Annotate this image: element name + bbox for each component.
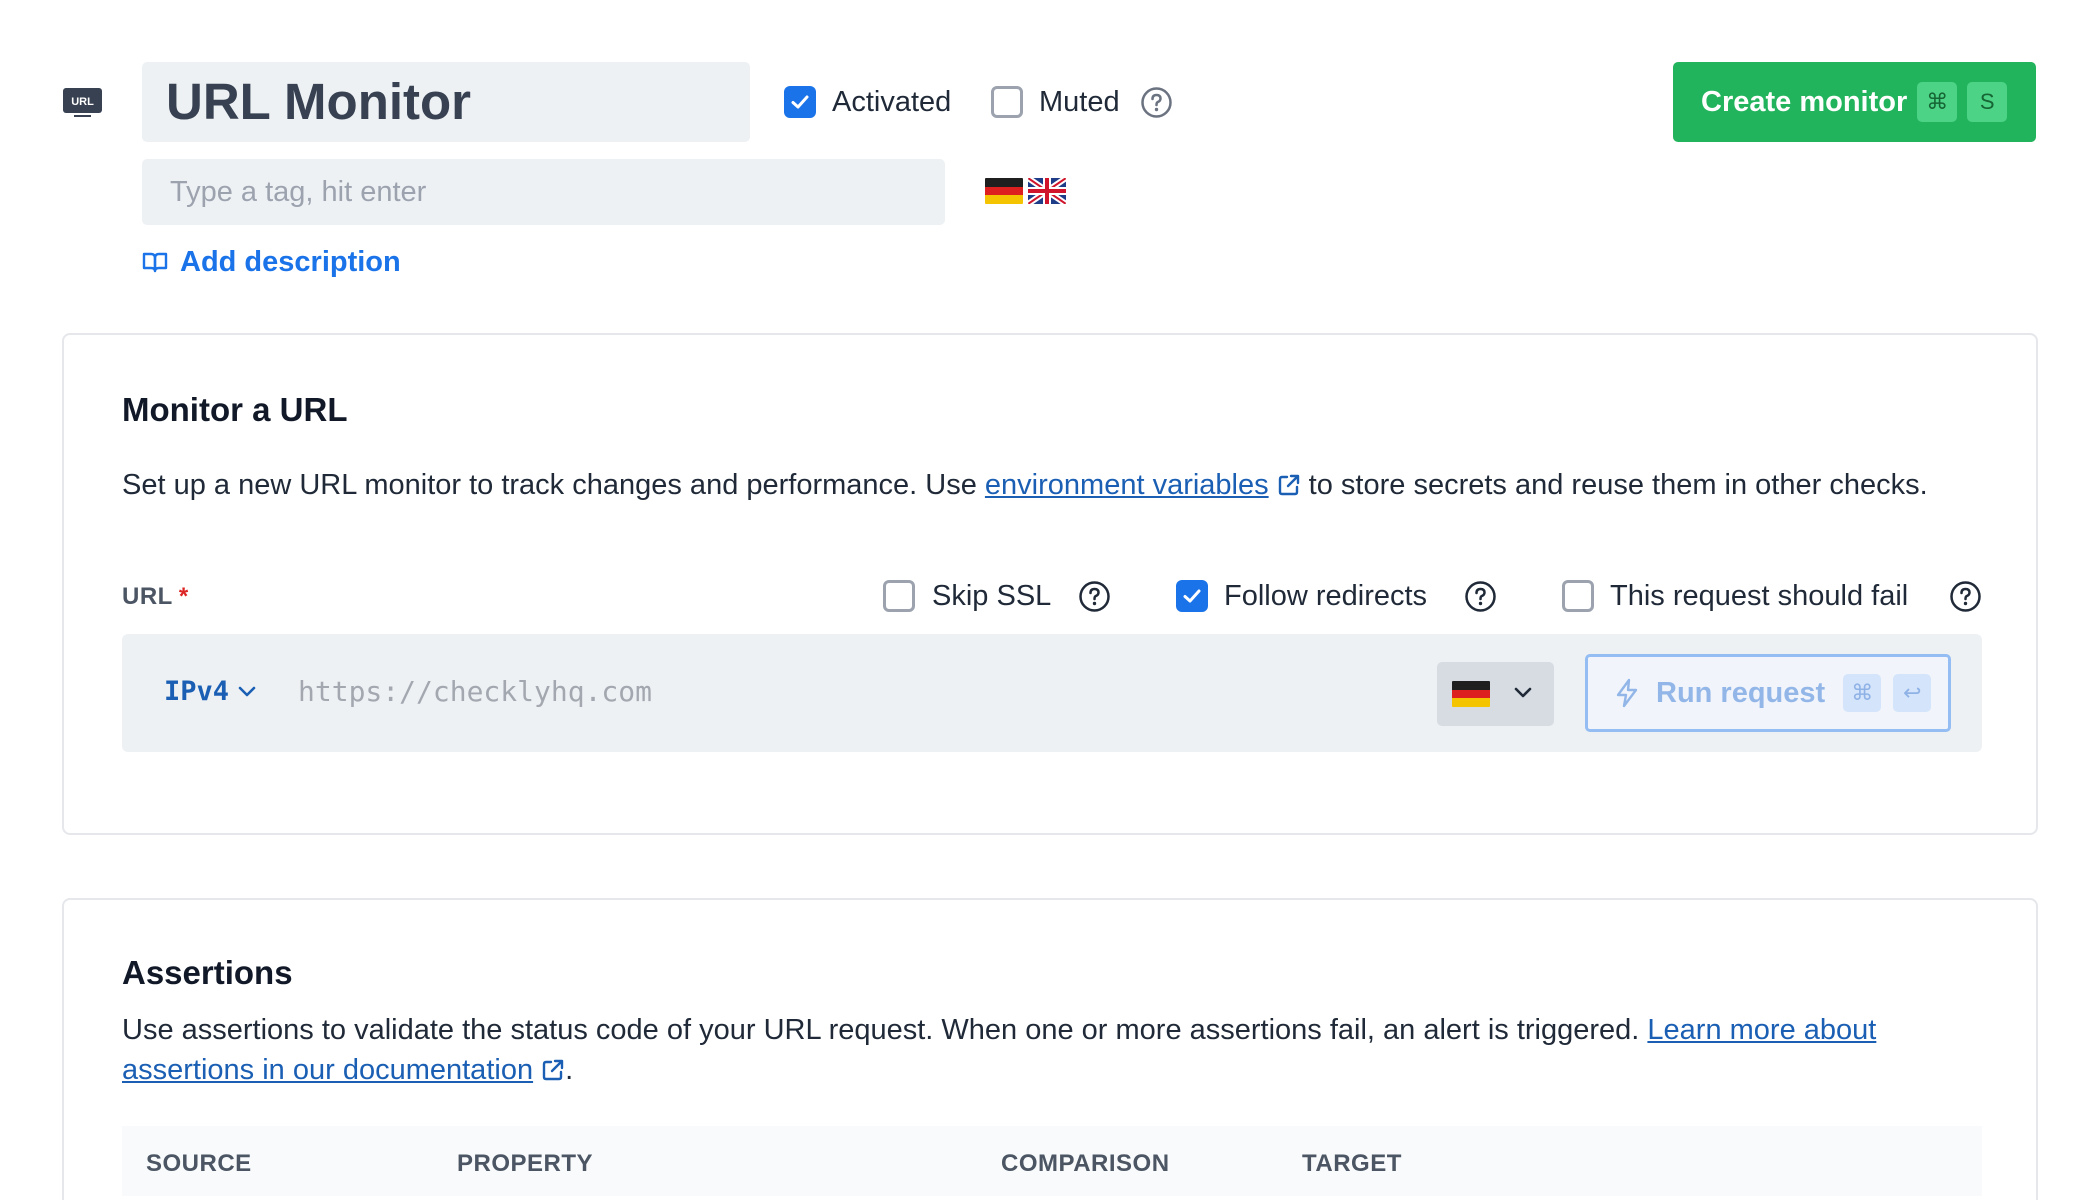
description-text: .	[565, 1054, 574, 1086]
card-title: Monitor a URL	[122, 391, 348, 428]
activated-checkbox[interactable]	[784, 86, 816, 118]
card-description: Set up a new URL monitor to track change…	[122, 465, 2002, 505]
required-marker: *	[178, 583, 189, 610]
uk-flag-icon[interactable]	[1028, 178, 1066, 204]
muted-checkbox[interactable]	[991, 86, 1023, 118]
create-monitor-button[interactable]: Create monitor ⌘ S	[1673, 62, 2036, 142]
help-icon[interactable]	[1949, 580, 1982, 613]
url-type-icon: URL	[63, 88, 102, 117]
column-header-target: TARGET	[1302, 1150, 1402, 1177]
check-icon	[1183, 589, 1201, 603]
column-header-comparison: COMPARISON	[1001, 1150, 1170, 1177]
german-flag-icon	[1452, 681, 1490, 707]
column-header-source: SOURCE	[146, 1150, 252, 1177]
command-key-icon: ⌘	[1917, 82, 1958, 122]
description-text: Set up a new URL monitor to track change…	[122, 469, 985, 501]
german-flag-icon[interactable]	[985, 178, 1023, 204]
environment-variables-link[interactable]: environment variables	[985, 469, 1269, 501]
create-monitor-label: Create monitor	[1701, 85, 1908, 118]
command-key-icon: ⌘	[1843, 674, 1882, 712]
enter-key-icon: ↩	[1893, 674, 1932, 712]
monitor-name-input[interactable]: URL Monitor	[142, 62, 750, 142]
skip-ssl-label: Skip SSL	[932, 580, 1052, 612]
external-link-icon[interactable]	[1277, 473, 1301, 497]
location-select[interactable]	[1437, 662, 1554, 726]
external-link-icon[interactable]	[541, 1058, 565, 1082]
url-input[interactable]: https://checklyhq.com	[298, 675, 652, 708]
s-key: S	[1967, 82, 2008, 122]
monitor-header: URL URL Monitor Activated Muted Create m…	[0, 0, 2084, 300]
help-icon[interactable]	[1140, 86, 1173, 119]
check-icon	[791, 95, 809, 109]
assertions-table-header: SOURCE PROPERTY COMPARISON TARGET	[122, 1126, 1982, 1196]
monitor-url-card: Monitor a URL Set up a new URL monitor t…	[62, 333, 2038, 835]
should-fail-label: This request should fail	[1610, 580, 1909, 612]
card-description: Use assertions to validate the status co…	[122, 1010, 2002, 1090]
url-type-label: URL	[71, 96, 94, 108]
assertions-card: Assertions Use assertions to validate th…	[62, 898, 2038, 1200]
chevron-down-icon	[238, 686, 256, 696]
column-header-property: PROPERTY	[457, 1150, 594, 1177]
chevron-down-icon	[1514, 687, 1532, 698]
ip-version-value: IPv4	[164, 676, 230, 707]
follow-redirects-checkbox[interactable]	[1176, 580, 1208, 612]
description-text: Use assertions to validate the status co…	[122, 1014, 1648, 1046]
help-icon[interactable]	[1078, 580, 1111, 613]
add-description-link[interactable]: Add description	[142, 244, 401, 280]
url-label-text: URL	[122, 583, 173, 610]
lightning-icon	[1616, 678, 1638, 708]
url-request-bar: IPv4 https://checklyhq.com Run request ⌘…	[122, 634, 1982, 752]
run-request-button[interactable]: Run request ⌘ ↩	[1585, 654, 1951, 732]
help-icon[interactable]	[1464, 580, 1497, 613]
should-fail-checkbox[interactable]	[1562, 580, 1594, 612]
book-icon	[142, 252, 168, 273]
tag-input[interactable]: Type a tag, hit enter	[142, 159, 945, 225]
card-title: Assertions	[122, 954, 293, 991]
follow-redirects-label: Follow redirects	[1224, 580, 1428, 612]
muted-label: Muted	[1039, 86, 1120, 118]
ip-version-select[interactable]: IPv4	[164, 676, 257, 707]
description-text: to store secrets and reuse them in other…	[1300, 469, 1928, 501]
add-description-label: Add description	[180, 245, 401, 278]
activated-label: Activated	[832, 86, 952, 118]
run-request-label: Run request	[1656, 676, 1826, 709]
skip-ssl-checkbox[interactable]	[883, 580, 915, 612]
url-field-label: URL *	[122, 583, 189, 611]
